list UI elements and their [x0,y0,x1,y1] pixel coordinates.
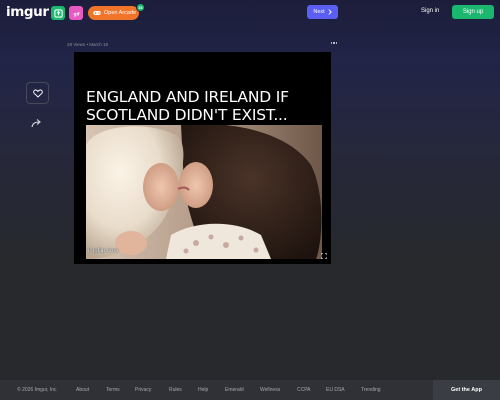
post-date: March 18 [89,42,109,47]
get-the-app-button[interactable]: Get the App [433,380,500,400]
imgflip-watermark: imgflip.com [88,248,119,254]
sign-up-button[interactable]: Sign up [452,5,494,19]
expand-icon[interactable] [321,253,327,259]
post-meta: 28 Views • March 18 [67,42,108,47]
footer-link-about[interactable]: About [76,387,89,393]
share-icon[interactable] [31,118,43,128]
footer-link-ccpa[interactable]: CCPA [297,387,311,393]
controller-icon [93,11,101,15]
footer-link-eu-dsa[interactable]: EU DSA [326,387,345,393]
view-count: 28 Views [67,42,86,47]
heart-icon [32,89,43,98]
upload-icon [53,8,63,18]
favorite-button[interactable] [26,82,49,104]
gif-button[interactable]: gif [69,6,83,20]
gif-icon: gif [73,11,79,17]
footer-link-rules[interactable]: Rules [169,387,182,393]
meme-image [86,125,322,259]
footer-link-emerald[interactable]: Emerald [225,387,244,393]
open-arcade-label: Open Arcade [104,10,137,16]
more-icon[interactable] [330,40,338,46]
chevron-right-icon [328,9,332,15]
arcade-badge: 35 [136,3,145,12]
svg-text:gif: gif [73,11,79,17]
meta-separator: • [86,42,89,47]
sign-in-link[interactable]: Sign in [421,8,439,14]
footer-link-trending[interactable]: Trending [361,387,381,393]
open-arcade-button[interactable]: Open Arcade [88,6,139,20]
next-button[interactable]: Next [307,5,338,19]
footer: © 2026 Imgur, Inc About Terms Privacy Ru… [0,380,500,400]
footer-link-privacy[interactable]: Privacy [135,387,151,393]
next-label: Next [313,9,325,15]
imgur-logo[interactable]: imgur [6,4,49,20]
footer-link-wellness[interactable]: Wellness [260,387,280,393]
top-bar: imgur gif Open Arcade 35 Next Sign in Si… [0,0,500,26]
upload-button[interactable] [51,6,65,20]
meme-caption: ENGLAND AND IRELAND IF SCOTLAND DIDN'T E… [86,88,289,124]
footer-link-terms[interactable]: Terms [106,387,120,393]
footer-copyright: © 2026 Imgur, Inc [17,387,57,393]
footer-link-help[interactable]: Help [198,387,208,393]
